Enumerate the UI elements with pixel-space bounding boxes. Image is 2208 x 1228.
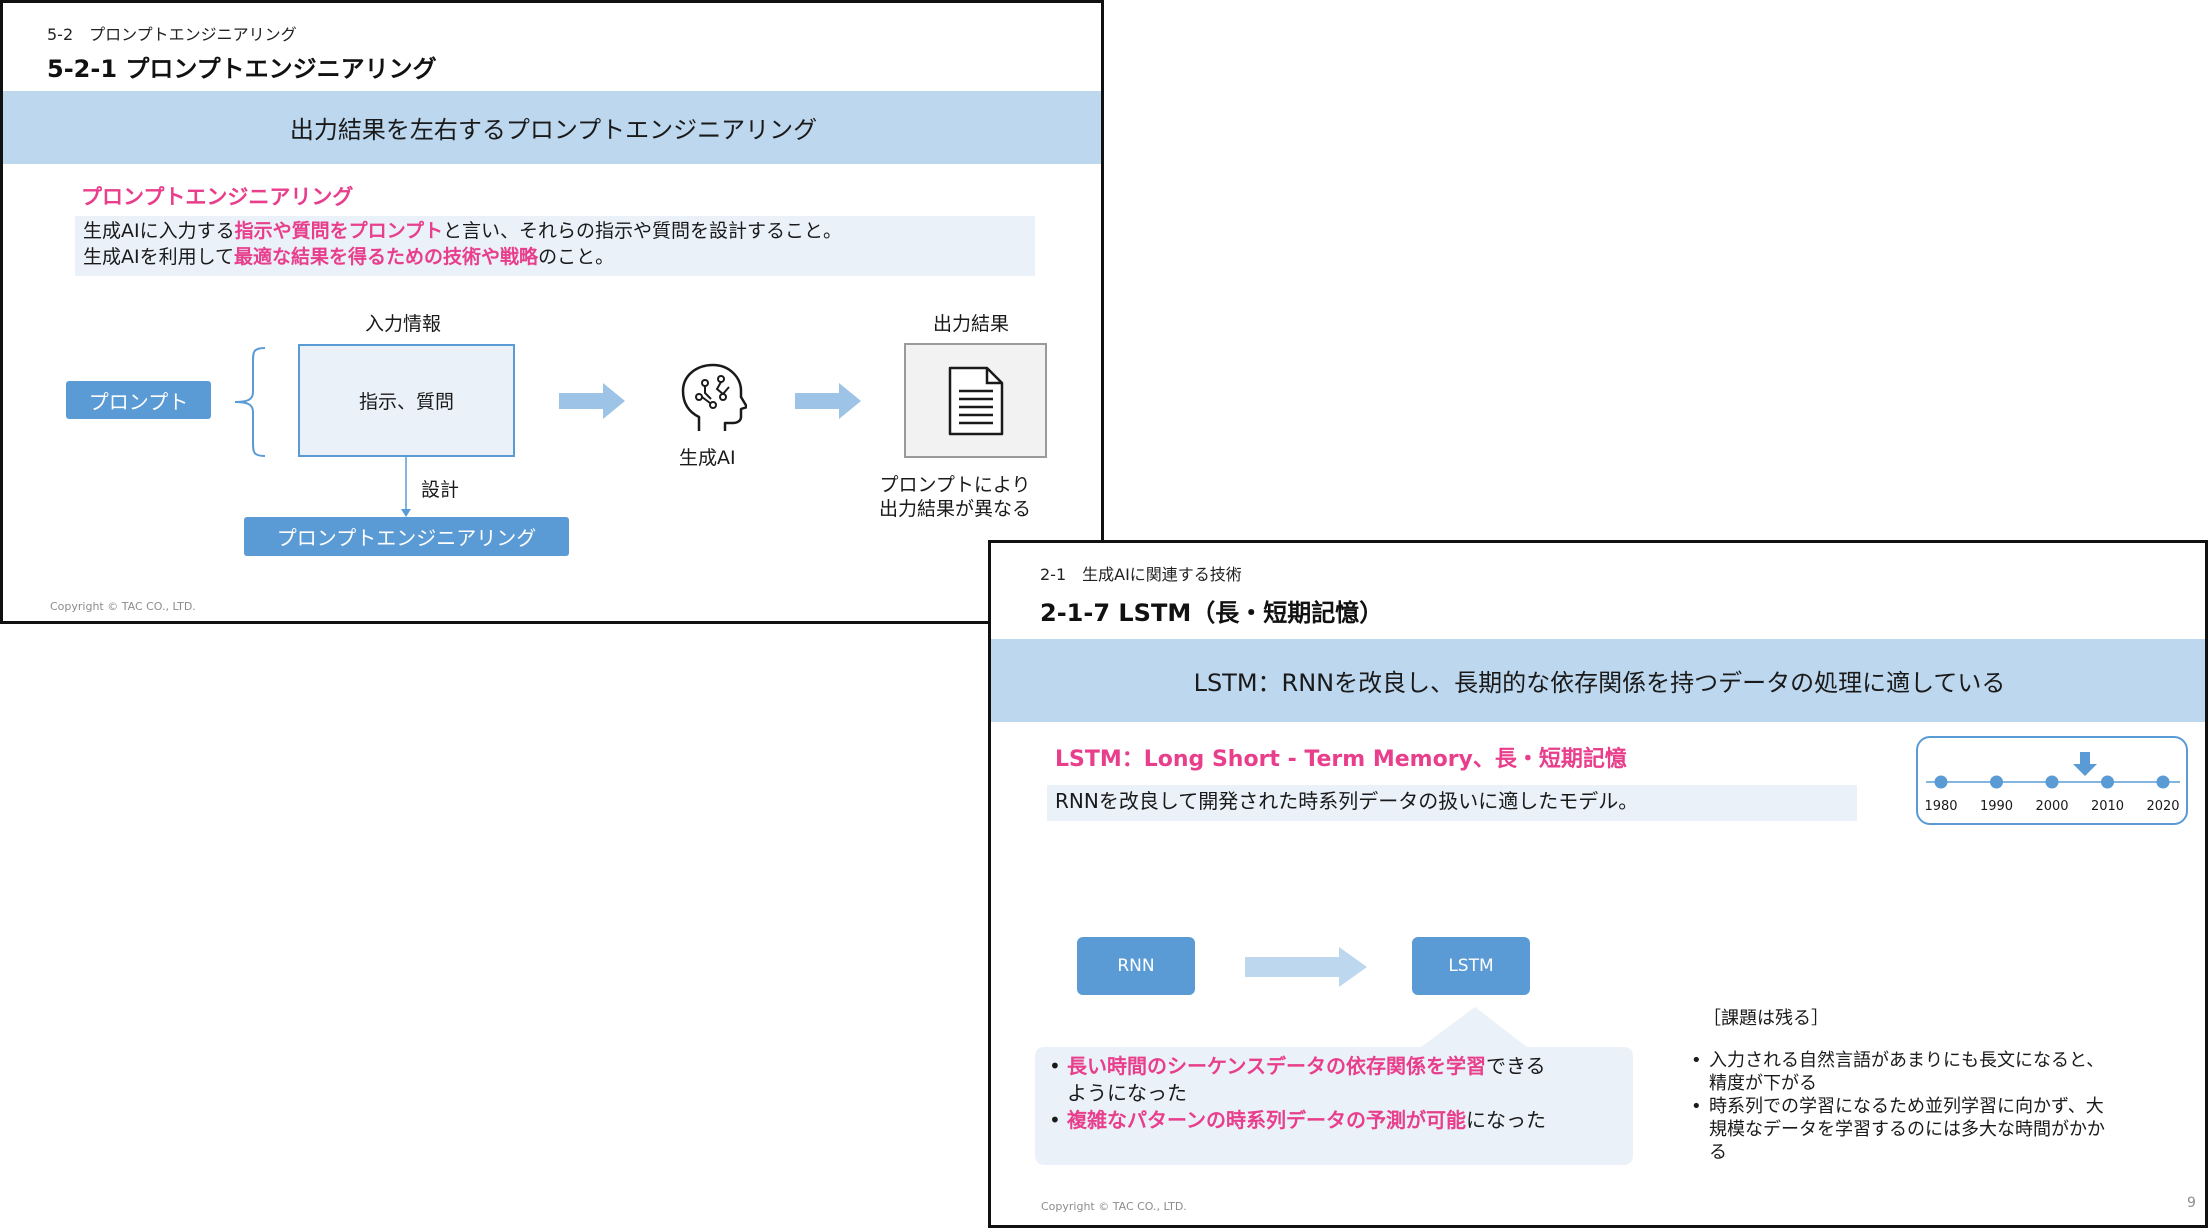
timeline-dot-1980 [1934, 775, 1948, 789]
definition-line-2: 生成AIを利用して最適な結果を得るための技術や戦略のこと。 [83, 246, 615, 268]
input-info-label: 入力情報 [365, 313, 442, 335]
definition-box: 生成AIに入力する指示や質問をプロンプトと言い、それらの指示や質問を設計すること… [75, 216, 1035, 276]
slide-title: 5-2-1 プロンプトエンジニアリング [47, 55, 437, 83]
timeline-year-1990: 1990 [1980, 799, 2013, 814]
output-note-line-2: 出力結果が異なる [879, 498, 1032, 520]
timeline-box: 1980 1990 2000 2010 2020 [1916, 736, 2188, 825]
banner: LSTM：RNNを改良し、長期的な依存関係を持つデータの処理に適している [991, 639, 2205, 722]
output-note-line-1: プロンプトにより [879, 474, 1031, 496]
prompt-button: プロンプト [66, 381, 211, 419]
timeline-dot-2000 [2045, 775, 2059, 789]
ai-label: 生成AI [679, 447, 736, 469]
section-label: 2-1 生成AIに関連する技術 [1040, 565, 1242, 584]
output-label: 出力結果 [933, 313, 1010, 335]
page-number: 9 [2187, 1195, 2196, 1211]
copyright: Copyright © TAC CO., LTD. [1041, 1200, 1187, 1213]
slide-prompt-engineering: 5-2 プロンプトエンジニアリング 5-2-1 プロンプトエンジニアリング 出力… [0, 0, 1104, 624]
definition-line-1: 生成AIに入力する指示や質問をプロンプトと言い、それらの指示や質問を設計すること… [83, 220, 843, 242]
timeline-dot-1990 [1990, 775, 2003, 789]
down-arrow-icon [2073, 752, 2097, 776]
issues-list: • 入力される自然言語があまりにも長文になると、 精度が下がる • 時系列での学… [1691, 1049, 2191, 1164]
banner: 出力結果を左右するプロンプトエンジニアリング [3, 91, 1101, 164]
brace-icon [234, 347, 266, 457]
right-arrow-icon-2 [795, 383, 861, 419]
brain-head-icon [681, 363, 747, 431]
achievement-list: • 長い時間のシーケンスデータの依存関係を学習できる ようになった • 複雑なパ… [1049, 1053, 1629, 1134]
achievement-item-2: • 複雑なパターンの時系列データの予測が可能になった [1049, 1108, 1546, 1132]
timeline-dot-2010 [2101, 775, 2114, 789]
lstm-box: LSTM [1412, 937, 1530, 995]
output-box [904, 343, 1047, 458]
input-box: 指示、質問 [298, 344, 515, 457]
right-arrow-icon [1245, 947, 1367, 987]
issue-item-2: • 時系列での学習になるため並列学習に向かず、大 規模なデータを学習するのには多… [1691, 1096, 2105, 1163]
slide-title: 2-1-7 LSTM（長・短期記憶） [1040, 599, 1384, 627]
timeline-year-1980: 1980 [1924, 799, 1957, 814]
heading: プロンプトエンジニアリング [81, 185, 354, 209]
rnn-box: RNN [1077, 937, 1195, 995]
timeline-chart: 1980 1990 2000 2010 2020 [1924, 752, 2180, 814]
prompt-engineering-button: プロンプトエンジニアリング [244, 517, 569, 556]
section-label: 5-2 プロンプトエンジニアリング [47, 25, 297, 44]
issues-title: ［課題は残る］ [1703, 1008, 1829, 1029]
copyright: Copyright © TAC CO., LTD. [50, 600, 196, 613]
issue-item-1: • 入力される自然言語があまりにも長文になると、 精度が下がる [1691, 1050, 2105, 1094]
slide-lstm: 2-1 生成AIに関連する技術 2-1-7 LSTM（長・短期記憶） LSTM：… [988, 540, 2208, 1228]
down-connector [401, 457, 411, 517]
timeline-year-2020: 2020 [2146, 799, 2179, 814]
heading: LSTM：Long Short - Term Memory、長・短期記憶 [1055, 747, 1627, 772]
definition-box: RNNを改良して開発された時系列データの扱いに適したモデル。 [1047, 785, 1857, 821]
timeline-year-2000: 2000 [2035, 799, 2068, 814]
timeline-year-2010: 2010 [2091, 799, 2124, 814]
design-label: 設計 [421, 479, 460, 501]
output-note: プロンプトにより 出力結果が異なる [879, 473, 1031, 521]
right-arrow-icon [559, 383, 625, 419]
achievement-item-1: • 長い時間のシーケンスデータの依存関係を学習できる ようになった [1049, 1054, 1546, 1105]
document-icon [948, 366, 1004, 436]
timeline-dot-2020 [2156, 775, 2170, 789]
